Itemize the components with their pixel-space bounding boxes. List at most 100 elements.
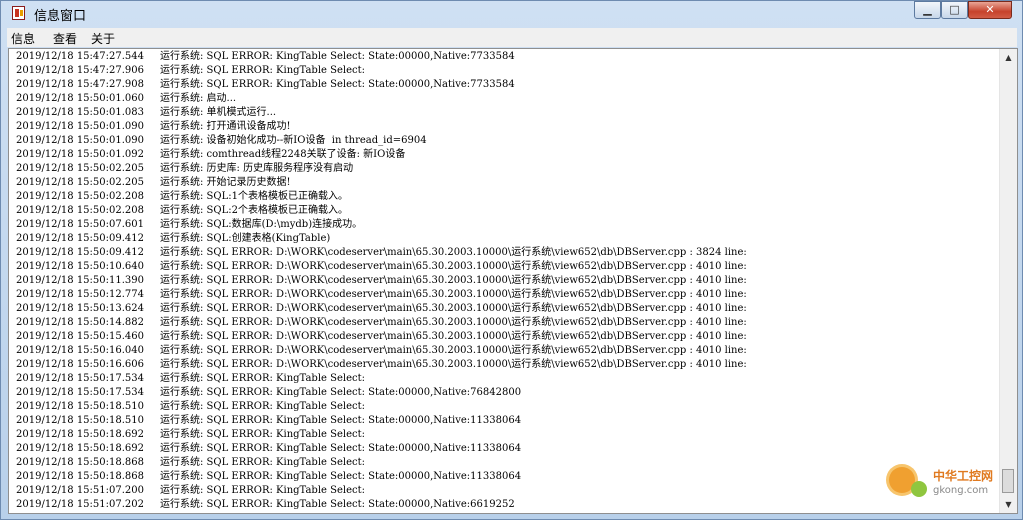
log-message: 运行系统: 启动... [160,93,237,104]
app-icon[interactable] [12,6,25,20]
log-message: 运行系统: SQL:1个表格模板已正确载入。 [160,191,348,202]
menu-about[interactable]: 关于 [91,30,115,47]
log-panel: 2019/12/18 15:47:27.544 运行系统: SQL ERROR: … [8,48,1018,514]
log-message: 运行系统: SQL ERROR: KingTable Select: State… [160,51,515,62]
log-row: 2019/12/18 15:50:10.640 运行系统: SQL ERROR: … [16,260,1001,274]
log-row: 2019/12/18 15:50:02.208 运行系统: SQL:1个表格模板已… [16,190,1001,204]
log-row: 2019/12/18 15:50:01.092 运行系统: comthread线程… [16,148,1001,162]
log-time: 2019/12/18 15:50:01.090 [16,121,144,132]
log-message: 运行系统: 设备初始化成功--新IO设备 in thread_id=6904 [160,135,427,146]
log-message: 运行系统: SQL ERROR: KingTable Select: State… [160,79,515,90]
log-time: 2019/12/18 15:50:01.090 [16,135,144,146]
log-row: 2019/12/18 15:51:07.200 运行系统: SQL ERROR: … [16,484,1001,498]
log-row: 2019/12/18 15:50:14.882 运行系统: SQL ERROR: … [16,316,1001,330]
log-row: 2019/12/18 15:51:07.202 运行系统: SQL ERROR: … [16,498,1001,512]
log-row: 2019/12/18 15:50:12.774 运行系统: SQL ERROR: … [16,288,1001,302]
log-message: 运行系统: SQL ERROR: KingTable Select: State… [160,387,522,398]
log-message: 运行系统: SQL ERROR: KingTable Select: [160,373,365,384]
log-message: 运行系统: 打开通讯设备成功! [160,121,291,132]
watermark-text: 中华工控网 [933,469,994,483]
log-time: 2019/12/18 15:50:14.882 [16,317,144,328]
log-message: 运行系统: SQL ERROR: KingTable Select: [160,429,365,440]
log-message: 运行系统: SQL ERROR: KingTable Select: State… [160,415,522,426]
log-time: 2019/12/18 15:50:10.640 [16,261,144,272]
log-time: 2019/12/18 15:50:09.412 [16,233,144,244]
log-row: 2019/12/18 15:50:09.412 运行系统: SQL:创建表格(Ki… [16,232,1001,246]
log-row: 2019/12/18 15:50:16.040 运行系统: SQL ERROR: … [16,344,1001,358]
log-message: 运行系统: 单机模式运行... [160,107,277,118]
log-row: 2019/12/18 15:47:27.544 运行系统: SQL ERROR: … [16,50,1001,64]
log-message: 运行系统: SQL ERROR: KingTable Select: State… [160,499,515,510]
log-time: 2019/12/18 15:50:02.205 [16,177,144,188]
log-row: 2019/12/18 15:50:01.083 运行系统: 单机模式运行... [16,106,1001,120]
log-message: 运行系统: SQL ERROR: D:\WORK\codeserver\main… [160,303,747,314]
menu-bar: 信息 查看 关于 [7,28,1017,47]
watermark-logo: 中华工控网 gkong.com [889,463,1013,503]
log-message: 运行系统: SQL ERROR: KingTable Select: [160,485,365,496]
log-message: 运行系统: comthread线程2248关联了设备: 新IO设备 [160,149,406,160]
log-row: 2019/12/18 15:50:17.534 运行系统: SQL ERROR: … [16,372,1001,386]
log-time: 2019/12/18 15:50:01.060 [16,93,144,104]
log-time: 2019/12/18 15:50:02.208 [16,205,144,216]
close-button[interactable]: ✕ [968,1,1012,19]
log-row: 2019/12/18 15:50:02.205 运行系统: 开始记录历史数据! [16,176,1001,190]
maximize-icon: □ [949,3,960,16]
log-row: 2019/12/18 15:47:27.906 运行系统: SQL ERROR: … [16,64,1001,78]
log-time: 2019/12/18 15:50:17.534 [16,373,144,384]
window-title: 信息窗口 [34,9,87,24]
log-time: 2019/12/18 15:51:07.200 [16,485,144,496]
log-message: 运行系统: SQL:2个表格模板已正确载入。 [160,205,348,216]
log-message: 运行系统: 开始记录历史数据! [160,177,291,188]
menu-view[interactable]: 查看 [53,30,77,47]
log-time: 2019/12/18 15:50:18.510 [16,415,144,426]
minimize-button[interactable]: ▁ [914,1,941,19]
log-time: 2019/12/18 15:50:18.692 [16,443,144,454]
log-message: 运行系统: SQL ERROR: D:\WORK\codeserver\main… [160,247,747,258]
log-time: 2019/12/18 15:50:18.692 [16,429,144,440]
maximize-button[interactable]: □ [941,1,968,19]
log-message: 运行系统: SQL ERROR: KingTable Select: [160,65,365,76]
log-row: 2019/12/18 15:50:17.534 运行系统: SQL ERROR: … [16,386,1001,400]
log-row: 2019/12/18 15:50:01.090 运行系统: 打开通讯设备成功! [16,120,1001,134]
watermark-url: gkong.com [933,485,989,496]
log-time: 2019/12/18 15:50:16.040 [16,345,144,356]
log-row: 2019/12/18 15:50:18.692 运行系统: SQL ERROR: … [16,442,1001,456]
log-message: 运行系统: SQL ERROR: KingTable Select: [160,457,365,468]
vertical-scrollbar[interactable]: ▲ ▼ [999,49,1017,513]
log-time: 2019/12/18 15:47:27.908 [16,79,144,90]
log-message: 运行系统: SQL ERROR: D:\WORK\codeserver\main… [160,317,747,328]
log-time: 2019/12/18 15:50:18.510 [16,401,144,412]
title-bar[interactable]: 信息窗口 ▁ □ ✕ [1,1,1022,25]
log-time: 2019/12/18 15:47:27.544 [16,51,144,62]
log-time: 2019/12/18 15:50:01.092 [16,149,144,160]
log-row: 2019/12/18 15:50:16.606 运行系统: SQL ERROR: … [16,358,1001,372]
log-row: 2019/12/18 15:50:18.868 运行系统: SQL ERROR: … [16,470,1001,484]
info-window: 信息窗口 ▁ □ ✕ 信息 查看 关于 2019/12/18 15:47:27.… [0,0,1023,520]
log-time: 2019/12/18 15:50:12.774 [16,289,144,300]
log-time: 2019/12/18 15:50:15.460 [16,331,144,342]
log-time: 2019/12/18 15:50:01.083 [16,107,144,118]
log-row: 2019/12/18 15:50:09.412 运行系统: SQL ERROR: … [16,246,1001,260]
log-message: 运行系统: SQL ERROR: D:\WORK\codeserver\main… [160,345,747,356]
log-time: 2019/12/18 15:47:27.906 [16,65,144,76]
log-message: 运行系统: SQL ERROR: D:\WORK\codeserver\main… [160,331,747,342]
scroll-up-icon[interactable]: ▲ [1000,49,1017,66]
log-row: 2019/12/18 15:50:13.624 运行系统: SQL ERROR: … [16,302,1001,316]
log-row: 2019/12/18 15:50:18.510 运行系统: SQL ERROR: … [16,414,1001,428]
menu-info[interactable]: 信息 [11,30,35,47]
log-message: 运行系统: SQL ERROR: D:\WORK\codeserver\main… [160,261,747,272]
log-message: 运行系统: 历史库: 历史库服务程序没有启动 [160,163,354,174]
log-row: 2019/12/18 15:50:02.208 运行系统: SQL:2个表格模板已… [16,204,1001,218]
log-time: 2019/12/18 15:50:13.624 [16,303,144,314]
log-time: 2019/12/18 15:50:02.205 [16,163,144,174]
minimize-icon: ▁ [923,3,932,16]
log-message: 运行系统: SQL ERROR: D:\WORK\codeserver\main… [160,359,747,370]
log-time: 2019/12/18 15:51:07.202 [16,499,144,510]
log-message: 运行系统: SQL ERROR: KingTable Select: [160,401,365,412]
log-message: 运行系统: SQL ERROR: KingTable Select: State… [160,471,522,482]
log-row: 2019/12/18 15:50:18.692 运行系统: SQL ERROR: … [16,428,1001,442]
log-row: 2019/12/18 15:50:01.090 运行系统: 设备初始化成功--新I… [16,134,1001,148]
log-row: 2019/12/18 15:50:11.390 运行系统: SQL ERROR: … [16,274,1001,288]
log-time: 2019/12/18 15:50:02.208 [16,191,144,202]
log-time: 2019/12/18 15:50:07.601 [16,219,144,230]
